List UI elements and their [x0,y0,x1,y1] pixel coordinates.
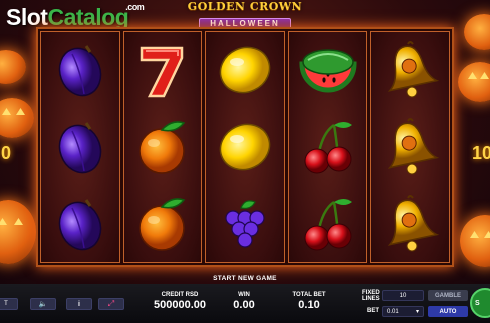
total-bet-display: TOTAL BET 0.10 [292,292,326,311]
plum-icon [47,39,113,101]
pumpkin-icon [460,215,490,267]
fullscreen-icon: ⤢ [107,299,115,308]
reel-5 [370,31,450,263]
credit-display: CREDIT RSD 500000.00 [154,292,206,311]
partial-left-button[interactable]: T [0,298,18,310]
reel-1 [40,31,120,263]
control-bar: T 🔈 i ⤢ CREDIT RSD 500000.00 WIN 0.00 TO… [0,284,490,323]
left-line-number: 0 [1,143,12,163]
reel-3 [205,31,285,263]
grapes-icon [212,193,278,255]
fixed-lines-field: 10 [382,290,424,301]
bet-label: BET [367,308,379,314]
reels-area [36,27,454,267]
right-line-number: 10 [472,143,490,163]
fullscreen-button[interactable]: ⤢ [98,298,124,310]
info-icon: i [78,300,80,308]
bet-select[interactable]: 0.01 ▾ [382,306,424,317]
fixed-lines-label: FIXED LINES [362,290,380,302]
game-logo: GOLDEN CROWN HALLOWEEN [160,0,330,29]
speaker-icon: 🔈 [38,301,48,308]
bell-icon [377,193,443,255]
reel-4 [287,31,368,263]
pumpkin-icon [0,50,26,84]
watermelon-icon [295,39,361,101]
pumpkin-icon [458,62,490,102]
orange-icon [129,116,195,178]
pumpkin-icon [0,200,36,264]
plum-icon [47,193,113,255]
orange-icon [129,193,195,255]
info-button[interactable]: i [66,298,92,310]
win-display: WIN 0.00 [233,292,255,311]
pumpkin-icon [0,98,34,138]
reel-2 [122,31,203,263]
seven-icon [129,39,195,101]
chevron-down-icon: ▾ [415,309,419,315]
plum-icon [47,116,113,178]
game-title: GOLDEN CROWN [187,0,303,13]
game-message: START NEW GAME [213,275,277,282]
cherries-icon [295,193,361,255]
lemon-icon [212,39,278,101]
auto-button[interactable]: AUTO [428,306,468,317]
pumpkin-icon [464,14,490,50]
cherries-icon [295,116,361,178]
gamble-button[interactable]: GAMBLE [428,290,468,301]
sound-button[interactable]: 🔈 [30,298,56,310]
lemon-icon [212,116,278,178]
bell-icon [377,116,443,178]
bell-icon [377,39,443,101]
